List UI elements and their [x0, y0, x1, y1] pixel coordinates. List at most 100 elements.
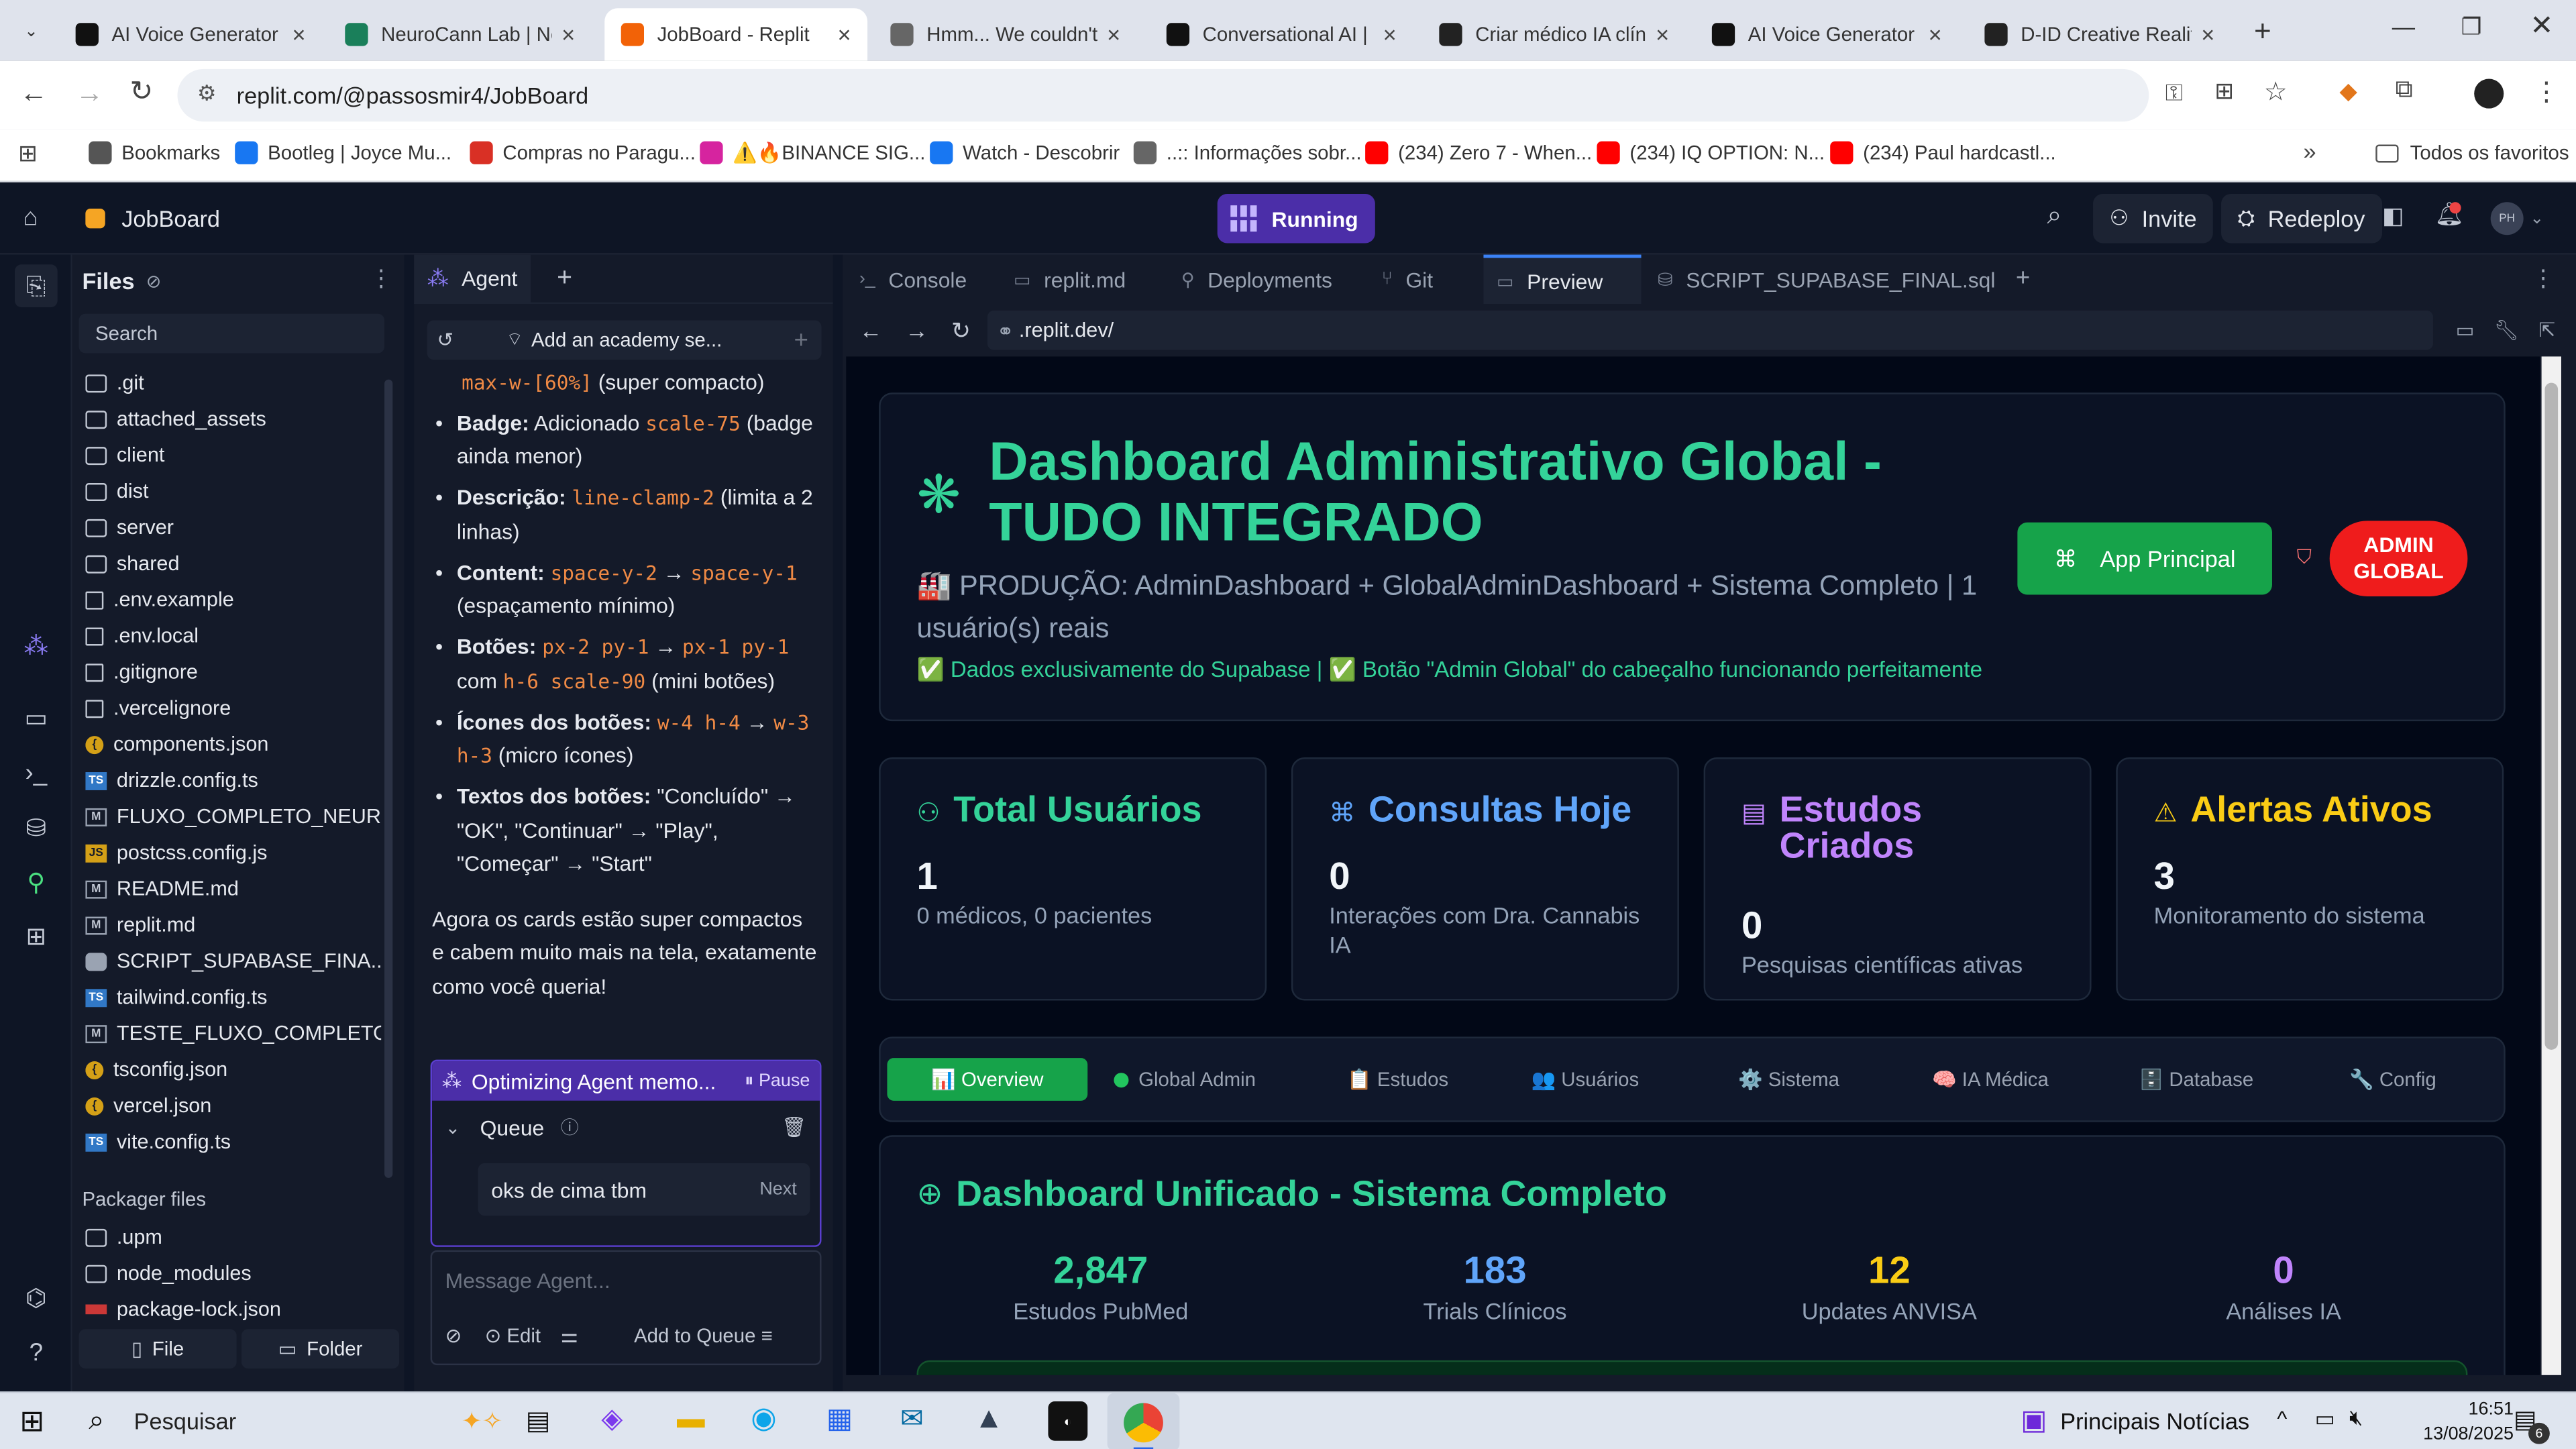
- workspace-tab[interactable]: ›_ Console: [846, 255, 997, 304]
- queue-item[interactable]: oks de cima tbm Next: [478, 1163, 810, 1216]
- file-item[interactable]: {tsconfig.json: [85, 1051, 381, 1087]
- outlook-icon[interactable]: ✉: [900, 1403, 924, 1436]
- file-explorer-icon[interactable]: ▬: [677, 1403, 705, 1436]
- attach-icon[interactable]: ⊘: [445, 1324, 462, 1347]
- folder-item[interactable]: shared: [85, 545, 381, 582]
- forward-icon[interactable]: →: [76, 77, 104, 110]
- help-icon[interactable]: ?: [19, 1336, 52, 1368]
- file-item[interactable]: Mreplit.md: [85, 907, 381, 943]
- bookmark-item[interactable]: (234) IQ OPTION: N...: [1597, 141, 1825, 164]
- workspace-tab[interactable]: ⑂ Git: [1368, 255, 1481, 304]
- tray-chevron-icon[interactable]: ^: [2277, 1406, 2287, 1431]
- browser-tab[interactable]: Hmm... We couldn't r ×: [874, 8, 1137, 60]
- files-menu-icon[interactable]: ⋮: [370, 264, 392, 292]
- edit-button[interactable]: ⊙ Edit: [485, 1324, 541, 1347]
- history-icon[interactable]: ↺: [437, 329, 453, 352]
- browser-tab[interactable]: NeuroCann Lab | Ne ×: [329, 8, 592, 60]
- new-thread-icon[interactable]: +: [794, 326, 808, 354]
- metamask-extension-icon[interactable]: ◆: [2339, 77, 2357, 105]
- all-tools-icon[interactable]: ⊞: [19, 920, 52, 953]
- preview-reload-icon[interactable]: ↻: [951, 316, 971, 344]
- open-new-tab-icon[interactable]: ⇱: [2538, 319, 2555, 341]
- file-item[interactable]: package-lock.json: [85, 1291, 381, 1328]
- folder-item[interactable]: .git: [85, 365, 381, 401]
- bookmark-item[interactable]: (234) Zero 7 - When...: [1365, 141, 1592, 164]
- database-tool-icon[interactable]: ⛁: [19, 812, 52, 845]
- dashboard-tab[interactable]: 📊 Overview: [887, 1058, 1088, 1101]
- close-tab-icon[interactable]: ×: [2201, 21, 2214, 48]
- password-key-icon[interactable]: ⚿: [2165, 79, 2183, 107]
- file-item[interactable]: TS drizzle.config.ts: [85, 762, 381, 798]
- bookmark-item[interactable]: ⚠️🔥BINANCE SIG...: [700, 141, 925, 164]
- bookmark-item[interactable]: Watch - Descobrir: [930, 141, 1120, 164]
- close-tab-icon[interactable]: ×: [838, 21, 851, 48]
- info-icon[interactable]: ⓘ: [561, 1114, 579, 1140]
- bookmark-item[interactable]: Compras no Paragu...: [470, 141, 696, 164]
- chevron-down-icon[interactable]: ⌄: [445, 1116, 461, 1138]
- copilot-app-icon[interactable]: ◈: [601, 1403, 623, 1436]
- workspace-tab[interactable]: ▭ replit.md: [1000, 255, 1165, 304]
- redeploy-button[interactable]: ⛭ Redeploy: [2221, 193, 2381, 244]
- apps-grid-icon[interactable]: ⊞: [18, 140, 38, 168]
- profile-avatar[interactable]: [2474, 78, 2504, 109]
- bookmark-star-icon[interactable]: ☆: [2264, 76, 2288, 109]
- bookmark-item[interactable]: (234) Paul hardcastl...: [1830, 141, 2056, 164]
- restore-icon[interactable]: ❐: [2461, 13, 2482, 42]
- all-bookmarks-folder[interactable]: Todos os favoritos: [2375, 142, 2569, 164]
- add-panel-tab-icon[interactable]: +: [2016, 264, 2030, 292]
- task-view-icon[interactable]: ▤: [526, 1405, 551, 1438]
- file-item[interactable]: M README.md: [85, 871, 381, 907]
- workspace-tab[interactable]: ▭ Preview: [1483, 254, 1642, 305]
- dashboard-tab[interactable]: 🔧 Config: [2336, 1058, 2449, 1101]
- browser-tab[interactable]: D-ID Creative Reality ×: [1968, 8, 2231, 60]
- preview-scrollbar[interactable]: [2541, 356, 2561, 1375]
- thread-title[interactable]: Add an academy se...: [531, 329, 722, 352]
- add-to-queue-button[interactable]: Add to Queue ≡: [634, 1324, 773, 1347]
- file-item[interactable]: {vercel.json: [85, 1087, 381, 1124]
- network-icon[interactable]: ▭: [2315, 1406, 2335, 1432]
- folder-item[interactable]: server: [85, 509, 381, 545]
- close-tab-icon[interactable]: ×: [292, 21, 305, 48]
- chrome-taskbar-active[interactable]: [1107, 1393, 1180, 1449]
- dashboard-tab[interactable]: Global Admin: [1101, 1058, 1269, 1101]
- close-tab-icon[interactable]: ×: [1656, 21, 1669, 48]
- layout-icon[interactable]: ◧: [2382, 202, 2404, 230]
- folder-item[interactable]: dist: [85, 473, 381, 509]
- news-widget[interactable]: ▣ Principais Notícias: [2021, 1405, 2249, 1438]
- extensions-icon[interactable]: ⧉: [2396, 76, 2413, 104]
- app-icon[interactable]: ▲: [974, 1401, 1004, 1436]
- chrome-menu-icon[interactable]: ⋮: [2533, 76, 2559, 109]
- user-menu[interactable]: PH ⌄: [2490, 202, 2544, 235]
- preview-back-icon[interactable]: ←: [859, 317, 882, 343]
- shell-tool-icon[interactable]: ›_: [19, 756, 52, 789]
- file-item[interactable]: TS tailwind.config.ts: [85, 979, 381, 1016]
- run-button[interactable]: Running: [1217, 193, 1375, 244]
- dashboard-tab[interactable]: 🧠 IA Médica: [1919, 1058, 2061, 1101]
- bookmark-item[interactable]: Bookmarks: [89, 141, 220, 164]
- bookmark-item[interactable]: ..:: Informações sobr...: [1133, 141, 1362, 164]
- agent-tab[interactable]: ⁂ Agent: [414, 254, 531, 303]
- taskbar-search[interactable]: ⌕ Pesquisar ✦✧: [76, 1397, 502, 1446]
- files-search-input[interactable]: Search: [78, 313, 385, 354]
- preview-forward-icon[interactable]: →: [905, 317, 928, 343]
- folder-item[interactable]: client: [85, 437, 381, 473]
- browser-tab[interactable]: JobBoard - Replit ×: [604, 8, 868, 61]
- file-item[interactable]: .gitignore: [85, 654, 381, 690]
- file-item[interactable]: .vercelignore: [85, 690, 381, 727]
- project-switcher[interactable]: JobBoard: [76, 199, 230, 238]
- folder-item[interactable]: .upm: [85, 1219, 381, 1255]
- new-file-button[interactable]: ▯ File: [78, 1329, 237, 1369]
- close-tab-icon[interactable]: ×: [561, 21, 575, 48]
- extensions-tool-icon[interactable]: ⌬: [19, 1281, 52, 1314]
- dashboard-tab[interactable]: 📋 Estudos: [1334, 1058, 1462, 1101]
- device-icon[interactable]: ▭: [2456, 319, 2475, 341]
- bookmark-item[interactable]: Bootleg | Joyce Mu...: [235, 141, 451, 164]
- volume-muted-icon[interactable]: 🔇︎: [2349, 1405, 2363, 1431]
- file-item[interactable]: .env.example: [85, 582, 381, 618]
- close-tab-icon[interactable]: ×: [1929, 21, 1942, 48]
- tab-search-icon[interactable]: ⌄: [16, 16, 46, 46]
- reload-icon[interactable]: ↻: [129, 76, 153, 109]
- browser-tab[interactable]: AI Voice Generator & ×: [1695, 8, 1958, 60]
- agent-tool-icon[interactable]: ⁂: [19, 629, 52, 662]
- windows-start-icon[interactable]: ⊞: [19, 1405, 44, 1439]
